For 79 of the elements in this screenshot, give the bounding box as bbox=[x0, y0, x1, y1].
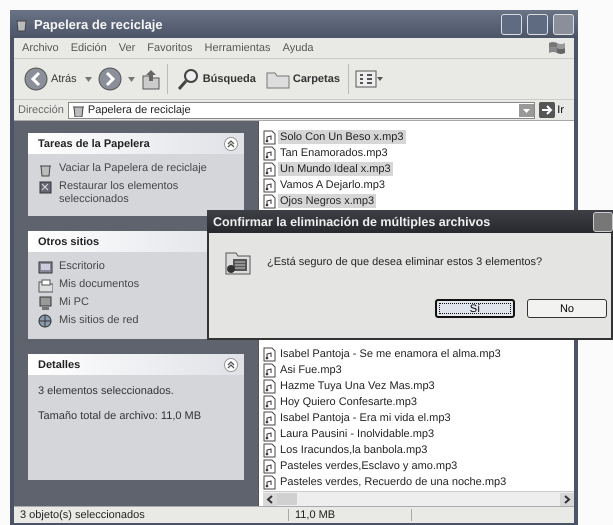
status-text: 3 objeto(s) seleccionados bbox=[14, 509, 289, 521]
collapse-chevron-icon[interactable] bbox=[224, 358, 238, 372]
panel-title: Otros sitios bbox=[38, 236, 100, 248]
audio-file-icon bbox=[263, 426, 276, 442]
collapse-chevron-icon[interactable] bbox=[224, 136, 238, 150]
file-item[interactable]: Asi Fue.mp3 bbox=[278, 363, 344, 377]
audio-file-icon bbox=[263, 194, 276, 208]
folders-button[interactable]: Carpetas bbox=[264, 67, 342, 91]
file-item[interactable]: Isabel Pantoja - Era mi vida el.mp3 bbox=[278, 411, 453, 425]
file-item[interactable]: Tan Enamorados.mp3 bbox=[278, 146, 390, 160]
address-label: Dirección bbox=[18, 104, 64, 116]
globe-icon bbox=[38, 314, 53, 329]
search-button[interactable]: Búsqueda bbox=[174, 65, 258, 93]
maximize-button[interactable] bbox=[527, 14, 548, 34]
audio-file-icon bbox=[263, 146, 276, 160]
caret-icon[interactable] bbox=[84, 76, 92, 82]
audio-file-icon bbox=[263, 346, 276, 362]
audio-file-icon bbox=[263, 410, 276, 426]
documents-folder-icon bbox=[38, 278, 53, 293]
go-button[interactable]: Ir bbox=[539, 102, 570, 118]
scroll-thumb[interactable] bbox=[277, 493, 297, 505]
horizontal-scrollbar[interactable] bbox=[263, 491, 574, 506]
desktop-icon bbox=[38, 260, 53, 275]
file-item[interactable]: Vamos A Dejarlo.mp3 bbox=[278, 178, 387, 192]
views-icon[interactable] bbox=[354, 70, 383, 88]
task-link[interactable]: Mis documentos bbox=[59, 278, 140, 291]
audio-file-icon bbox=[263, 130, 276, 144]
menu-item[interactable]: Edición bbox=[70, 42, 107, 54]
audio-file-icon bbox=[263, 378, 276, 394]
computer-icon bbox=[38, 296, 53, 311]
detail-text: 3 elementos seleccionados. bbox=[38, 385, 175, 397]
audio-file-icon bbox=[263, 362, 276, 378]
menu-item[interactable]: Favoritos bbox=[147, 42, 193, 54]
file-item[interactable]: Laura Pausini - Inolvidable.mp3 bbox=[278, 427, 436, 441]
no-button[interactable]: No bbox=[527, 299, 607, 318]
scroll-right-icon[interactable] bbox=[560, 492, 574, 506]
menu-item[interactable]: Ayuda bbox=[282, 42, 314, 54]
address-field[interactable]: Papelera de reciclaje bbox=[68, 102, 536, 118]
task-link[interactable]: Vaciar la Papelera de reciclaje bbox=[59, 162, 207, 175]
file-item[interactable]: Un Mundo Ideal x.mp3 bbox=[278, 162, 393, 176]
file-item[interactable]: Hoy Quiero Confesarte.mp3 bbox=[278, 395, 419, 409]
task-link[interactable]: Escritorio bbox=[59, 260, 105, 273]
window-title: Papelera de reciclaje bbox=[34, 16, 164, 32]
dialog-message: ¿Está seguro de que desea eliminar estos 3 elementos? bbox=[267, 256, 542, 268]
task-link[interactable]: Restaurar los elementos seleccionados bbox=[59, 180, 236, 206]
file-item[interactable]: Isabel Pantoja - Se me enamora el alma.mp3 bbox=[278, 347, 503, 361]
audio-file-icon bbox=[263, 178, 276, 192]
panel-title: Tareas de la Papelera bbox=[38, 138, 150, 150]
menu-item[interactable]: Archivo bbox=[22, 42, 59, 54]
yes-button[interactable]: Sí bbox=[435, 299, 515, 318]
minimize-button[interactable] bbox=[501, 14, 522, 34]
file-item[interactable]: Solo Con Un Beso x.mp3 bbox=[278, 130, 406, 144]
up-folder-icon[interactable] bbox=[140, 68, 161, 90]
file-item[interactable]: Pasteles verdes, Recuerdo de una noche.mp3 bbox=[278, 475, 508, 489]
back-button[interactable]: Atrás bbox=[22, 65, 79, 93]
search-icon bbox=[176, 67, 200, 91]
menu-item[interactable]: Herramientas bbox=[204, 42, 271, 54]
caret-icon[interactable] bbox=[128, 76, 135, 82]
panel-title: Detalles bbox=[38, 358, 80, 370]
file-item[interactable]: Los Iracundos,la banbola.mp3 bbox=[278, 443, 430, 457]
file-item[interactable]: Pasteles verdes,Esclavo y amo.mp3 bbox=[278, 459, 460, 473]
audio-file-icon bbox=[263, 162, 276, 176]
task-link[interactable]: Mi PC bbox=[59, 296, 89, 309]
file-item[interactable]: Ojos Negros x.mp3 bbox=[278, 194, 376, 208]
audio-file-icon bbox=[263, 442, 276, 458]
file-item[interactable]: Hazme Tuya Una Vez Mas.mp3 bbox=[278, 379, 437, 393]
detail-text: Tamaño total de archivo: 11,0 MB bbox=[38, 410, 202, 422]
close-button[interactable] bbox=[553, 14, 574, 34]
task-link[interactable]: Mis sitios de red bbox=[59, 314, 138, 327]
audio-file-icon bbox=[263, 474, 276, 490]
audio-file-icon bbox=[263, 458, 276, 474]
menu-item[interactable]: Ver bbox=[118, 42, 136, 54]
status-text: 11,0 MB bbox=[289, 509, 412, 521]
audio-file-icon bbox=[263, 394, 276, 410]
close-button[interactable] bbox=[593, 212, 613, 232]
scroll-left-icon[interactable] bbox=[263, 492, 277, 506]
flag-logo-icon bbox=[548, 40, 566, 56]
go-arrow-icon bbox=[539, 102, 556, 118]
dialog-title: Confirmar la eliminación de múltiples archivos bbox=[213, 214, 490, 228]
